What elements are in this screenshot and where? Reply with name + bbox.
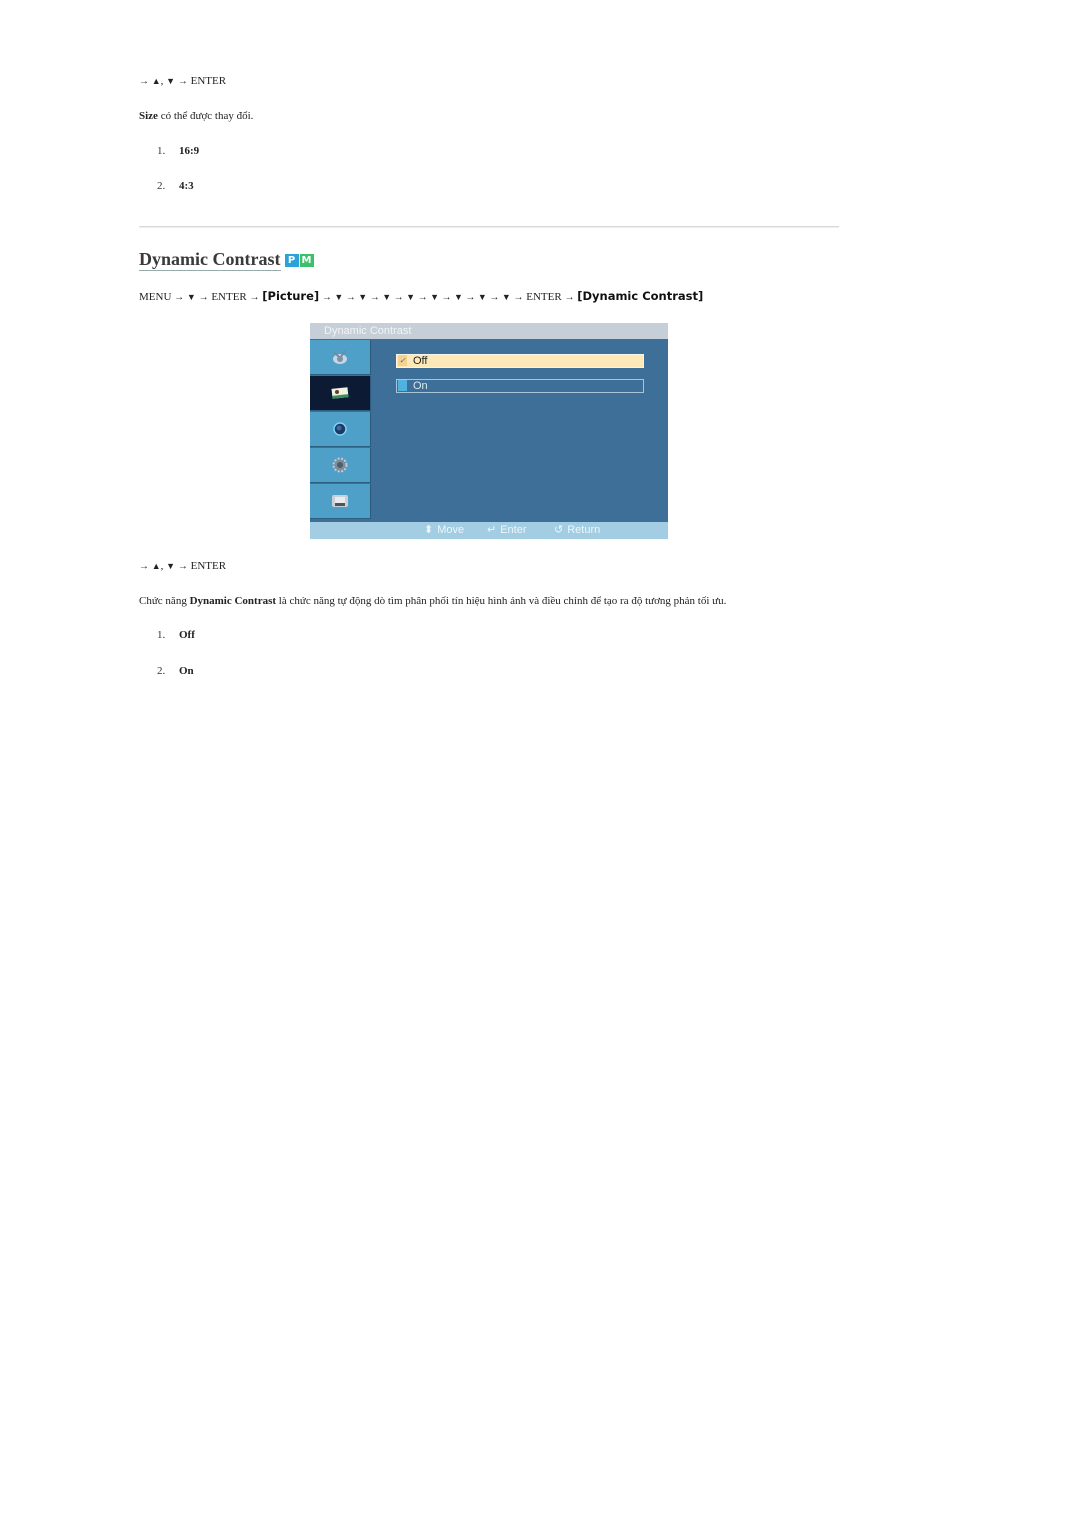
arrow-down-icon: ▼ (477, 292, 487, 302)
osd-menu-screenshot: Dynamic Contrast ✓ Off On ⬍ Move ↵ Enter… (310, 323, 668, 539)
return-icon: ↺ (554, 524, 564, 536)
option-label: On (413, 380, 428, 392)
dynamic-contrast-description: Chức năng Dynamic Contrast là chức năng … (139, 594, 726, 608)
enter-label: Enter (500, 524, 527, 536)
arrow-right-icon: → (139, 561, 149, 572)
separator: , (160, 560, 164, 572)
size-description-text: có thể được thay đổi. (157, 110, 254, 122)
osd-option-off[interactable]: ✓ Off (396, 354, 644, 368)
osd-option-on[interactable]: On (396, 379, 644, 393)
osd-options-panel: ✓ Off On (372, 340, 668, 521)
sound-icon (333, 422, 347, 436)
arrow-right-icon: → (177, 76, 188, 87)
arrow-right-icon: → (462, 292, 478, 303)
unchecked-indicator-icon (398, 380, 407, 391)
arrow-up-icon: ▲ (151, 561, 161, 571)
enter-label: ENTER (190, 75, 227, 87)
pc-mode-badge-icon: P (284, 254, 299, 267)
arrow-down-icon: ▼ (501, 292, 511, 302)
arrow-right-icon: → (177, 561, 188, 572)
arrow-down-icon: ▼ (166, 76, 176, 86)
list-number: 2. (157, 665, 166, 677)
sidebar-item-multi-control[interactable] (310, 484, 371, 519)
arrow-down-icon: ▼ (430, 292, 439, 302)
description-text: là chức năng tự động dò tìm phân phối tí… (276, 595, 727, 607)
arrow-down-icon: ▼ (166, 561, 176, 571)
arrow-down-icon: ▼ (334, 292, 344, 302)
arrow-down-icon: ▼ (382, 292, 392, 302)
dynamic-contrast-term: Dynamic Contrast (189, 595, 277, 607)
arrow-right-icon: → (174, 292, 185, 303)
option-label: On (179, 665, 194, 677)
nav-instruction-size: → ▲, ▼ → ENTER (139, 74, 226, 89)
arrow-right-icon: → (415, 292, 431, 303)
section-title: Dynamic Contrast (139, 249, 281, 271)
sidebar-item-setup[interactable] (310, 448, 371, 483)
option-label: Off (413, 355, 428, 367)
media-mode-badge-icon: M (299, 254, 314, 267)
list-number: 1. (157, 145, 166, 157)
up-down-icon: ⬍ (424, 524, 434, 536)
arrow-right-icon: → (513, 292, 524, 303)
osd-footer: ⬍ Move ↵ Enter ↺ Return (310, 522, 668, 539)
arrow-right-icon: → (343, 292, 359, 303)
menu-label: MENU (139, 291, 172, 303)
option-label: 4:3 (179, 180, 194, 192)
arrow-right-icon: → (367, 292, 383, 303)
arrow-down-icon: ▼ (186, 292, 196, 302)
arrow-right-icon: → (438, 292, 454, 303)
size-term: Size (139, 110, 158, 122)
list-item: 2. On (157, 665, 194, 677)
picture-icon (331, 387, 349, 399)
arrow-down-icon: ▼ (406, 292, 416, 302)
arrow-right-icon: → (321, 292, 335, 303)
dynamic-contrast-menu-label: [Dynamic Contrast] (577, 289, 704, 303)
sidebar-item-input[interactable] (310, 340, 371, 375)
menu-path: MENU → ▼ → ENTER → [Picture] → ▼ → ▼ → ▼… (139, 289, 703, 305)
input-icon (333, 350, 347, 364)
sidebar-item-picture[interactable] (310, 376, 371, 411)
arrow-right-icon: → (391, 292, 407, 303)
osd-sidebar (310, 340, 371, 521)
osd-return-hint: ↺ Return (554, 522, 600, 539)
osd-move-hint: ⬍ Move (424, 522, 464, 539)
list-item: 1. 16:9 (157, 145, 199, 157)
enter-label: ENTER (190, 560, 227, 572)
arrow-right-icon: → (139, 76, 149, 87)
list-number: 1. (157, 629, 166, 641)
setup-icon (332, 457, 348, 473)
arrow-right-icon: → (564, 292, 575, 303)
enter-label: ENTER (211, 291, 247, 303)
description-prefix: Chức năng (139, 595, 190, 607)
arrow-right-icon: → (486, 292, 502, 303)
move-label: Move (437, 524, 465, 536)
arrow-down-icon: ▼ (453, 292, 463, 302)
picture-menu-label: [Picture] (262, 289, 320, 303)
osd-enter-hint: ↵ Enter (487, 522, 527, 539)
arrow-right-icon: → (249, 292, 260, 303)
arrow-right-icon: → (198, 292, 209, 303)
arrow-up-icon: ▲ (151, 76, 161, 86)
option-label: Off (179, 629, 195, 641)
sidebar-item-sound[interactable] (310, 412, 371, 447)
arrow-down-icon: ▼ (358, 292, 368, 302)
option-label: 16:9 (179, 145, 200, 157)
list-item: 1. Off (157, 629, 195, 641)
multi-control-icon (332, 495, 348, 507)
section-divider (139, 226, 839, 228)
down-arrow-sequence: → ▼ → ▼ → ▼ → ▼ → ▼ → ▼ → ▼ → ▼ (322, 291, 511, 303)
check-icon: ✓ (398, 355, 407, 366)
separator: , (160, 75, 164, 87)
list-item: 2. 4:3 (157, 180, 194, 192)
nav-instruction-dynamic-contrast: → ▲, ▼ → ENTER (139, 559, 226, 574)
return-label: Return (567, 524, 601, 536)
enter-label: ENTER (526, 291, 562, 303)
size-description: Size có thể được thay đổi. (139, 109, 253, 123)
list-number: 2. (157, 180, 166, 192)
osd-title: Dynamic Contrast (310, 323, 668, 339)
section-heading: Dynamic Contrast P M (139, 249, 314, 271)
enter-icon: ↵ (487, 524, 497, 536)
